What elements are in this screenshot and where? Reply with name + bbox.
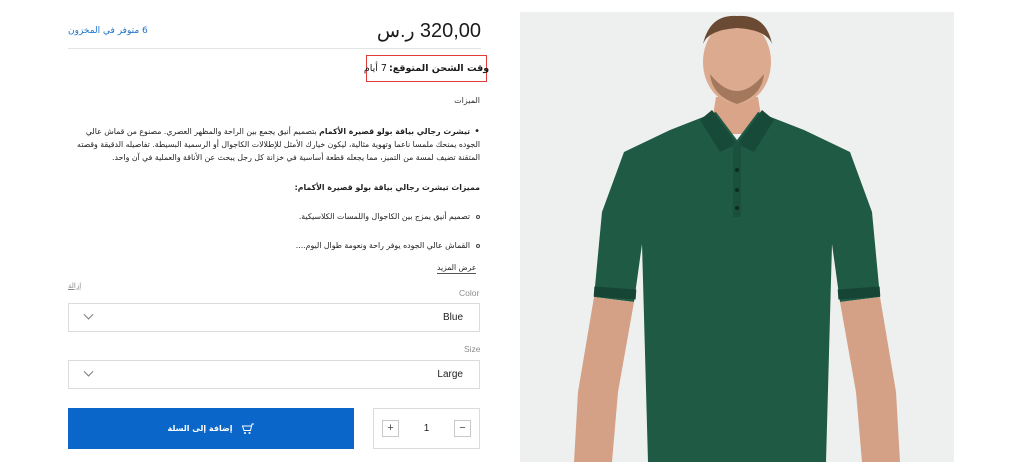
add-to-cart-button[interactable]: إضافة إلى السلة [68,408,354,449]
price-row: 6 متوفر في المخزون 320,00 ر.س [68,16,481,46]
description-lead: تيشرت رجالي بياقة بولو قصيرة الأكمام [319,127,471,136]
feature-list-item: القماش عالي الجوده يوفر راحة ونعومة طوال… [68,241,480,250]
add-to-cart-label: إضافة إلى السلة [167,424,233,433]
color-select[interactable]: Blue [68,303,480,332]
chevron-down-icon [83,366,94,377]
circle-bullet-icon [476,215,480,219]
color-label: Color [459,288,480,298]
price-currency: ر.س [376,20,415,42]
circle-bullet-icon [476,244,480,248]
shipping-value: 7 أيام [363,63,387,74]
feature-item-text: القماش عالي الجوده يوفر راحة ونعومة طوال… [295,241,470,250]
quantity-stepper[interactable]: + 1 − [373,408,480,449]
shipping-time: وقت الشحن المتوقع: 7 أيام [363,55,490,82]
color-value: Blue [442,312,463,323]
divider [68,48,481,49]
size-label: Size [464,344,481,354]
product-price: 320,00 ر.س [377,20,481,43]
cart-icon [241,423,254,434]
product-description: تيشرت رجالي بياقة بولو قصيرة الأكمام بتص… [68,125,480,164]
show-more-link[interactable]: عرض المزيد [437,262,477,274]
product-image[interactable] [520,12,954,462]
feature-item-text: تصميم أنيق يمزج بين الكاجوال واللمسات ال… [298,212,470,221]
feature-list-item: تصميم أنيق يمزج بين الكاجوال واللمسات ال… [68,212,480,221]
quantity-plus-button[interactable]: + [382,420,399,437]
size-value: Large [437,369,463,380]
description-bullet [470,127,480,136]
stock-status: 6 متوفر في المخزون [68,26,148,36]
shipping-label: وقت الشحن المتوقع: [388,63,490,74]
quantity-minus-button[interactable]: − [454,420,471,437]
remove-link[interactable]: إزالة [68,282,81,290]
size-select[interactable]: Large [68,360,480,389]
features-title: الميزات [454,96,480,105]
features-subtitle: مميزات تيشرت رجالي بياقة بولو قصيرة الأك… [294,183,480,192]
product-photo [520,12,954,462]
quantity-value[interactable]: 1 [424,423,430,434]
chevron-down-icon [83,309,94,320]
price-value: 320,00 [419,19,481,42]
